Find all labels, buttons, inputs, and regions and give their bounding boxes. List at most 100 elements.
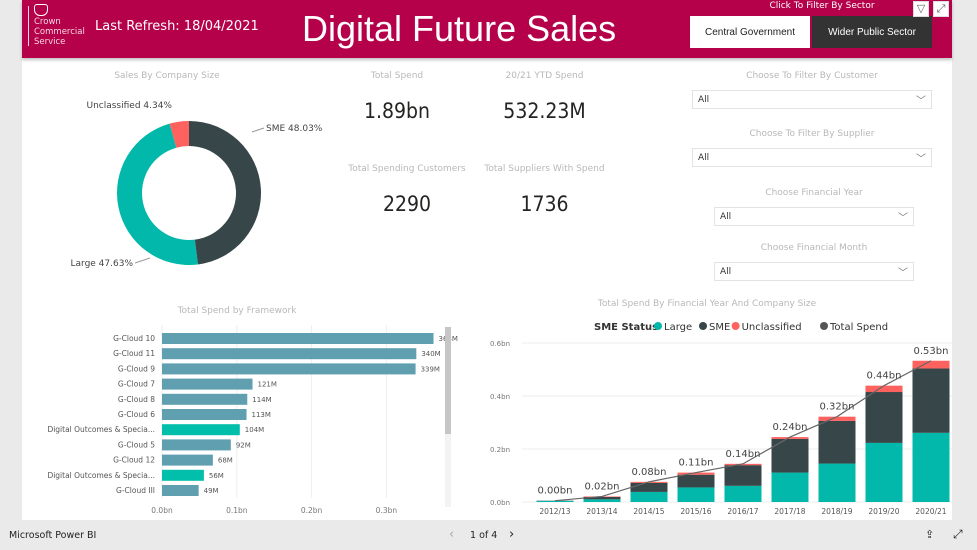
header-banner: Crown Commercial Service Last Refresh: 1… <box>22 0 952 58</box>
report-canvas: Crown Commercial Service Last Refresh: 1… <box>22 0 952 520</box>
donut-slice-sme <box>189 121 261 265</box>
framework-data-label: 340M <box>421 350 440 358</box>
bar-segment-large <box>771 472 809 502</box>
bar-segment-large <box>630 491 668 502</box>
bar-segment-large <box>865 442 903 502</box>
framework-bar <box>162 454 213 466</box>
x-tick-label: 0.0bn <box>151 506 173 515</box>
kpi-value-suppliers: 1736 <box>520 192 569 216</box>
prev-page-icon[interactable]: ‹ <box>449 527 454 542</box>
customer-filter-value: All <box>698 94 710 105</box>
app-name: Microsoft Power BI <box>9 530 97 541</box>
framework-data-label: 113M <box>252 411 271 419</box>
bar-segment-sme <box>677 474 715 488</box>
x-tick-label: 2018/19 <box>821 507 852 516</box>
total-spend-label: 0.02bn <box>585 481 620 492</box>
month-filter-dropdown[interactable]: All ﹀ <box>714 262 914 281</box>
kpi-value-customers: 2290 <box>382 192 432 216</box>
framework-data-label: 104M <box>245 426 264 434</box>
x-tick-label: 0.2bn <box>301 506 323 515</box>
customer-filter-dropdown[interactable]: All ﹀ <box>692 90 932 109</box>
framework-bar <box>162 424 240 436</box>
framework-chart-title: Total Spend by Framework <box>177 306 297 316</box>
year-filter-dropdown[interactable]: All ﹀ <box>714 207 914 226</box>
donut-label: SME 48.03% <box>266 124 322 134</box>
framework-label: G-Cloud 5 <box>118 440 155 449</box>
framework-scrollbar-track[interactable] <box>445 327 451 507</box>
framework-bar <box>162 485 199 496</box>
month-filter-label: Choose Financial Month <box>760 243 868 253</box>
bar-segment-sme <box>818 420 856 464</box>
bar-segment-large <box>724 485 762 502</box>
donut-label: Large 47.63% <box>71 259 134 269</box>
x-tick-label: 0.3bn <box>376 506 398 515</box>
legend-item: Large <box>664 322 692 333</box>
share-icon[interactable]: ⇪ <box>925 528 934 541</box>
kpi-label-ytd-spend: 20/21 YTD Spend <box>505 71 584 81</box>
framework-scrollbar-thumb[interactable] <box>445 327 451 434</box>
wider-public-sector-button[interactable]: Wider Public Sector <box>812 16 932 48</box>
x-tick-label: 2017/18 <box>774 507 805 516</box>
supplier-filter-dropdown[interactable]: All ﹀ <box>692 148 932 167</box>
x-tick-label: 2020/21 <box>915 507 946 516</box>
framework-label: Digital Outcomes & Specia... <box>47 471 155 480</box>
page-indicator: 1 of 4 <box>470 530 498 541</box>
crown-crest-icon <box>34 4 48 16</box>
framework-bar <box>162 363 416 375</box>
filter-icon[interactable]: ▽ <box>913 1 929 17</box>
year-filter-value: All <box>720 211 732 222</box>
kpi-label-total-spend: Total Spend <box>370 71 424 81</box>
leader-line <box>251 127 265 133</box>
last-refresh: Last Refresh: 18/04/2021 <box>95 19 259 34</box>
framework-bar-chart: 0.0bn0.1bn0.2bn0.3bnG-Cloud 10363MG-Clou… <box>47 325 458 515</box>
framework-label: G-Cloud 8 <box>118 395 155 404</box>
framework-bar <box>162 393 248 405</box>
next-page-icon[interactable]: › <box>509 527 514 542</box>
year-stacked-chart: SME Status Large SME Unclassified Total Spen… <box>490 322 952 516</box>
bar-segment-sme <box>865 392 903 443</box>
bar-segment-sme <box>724 465 762 486</box>
leader-line <box>134 257 151 264</box>
legend-item: Unclassified <box>742 322 802 333</box>
kpi-value-total-spend: 1.89bn <box>363 99 431 123</box>
framework-bar <box>162 409 247 420</box>
legend-marker <box>699 322 707 330</box>
month-filter-value: All <box>720 266 732 277</box>
bar-segment-large <box>536 500 574 502</box>
kpi-label-suppliers: Total Suppliers With Spend <box>484 164 605 174</box>
focus-mode-icon[interactable]: ⤢ <box>933 1 949 17</box>
x-tick-label: 2015/16 <box>680 507 711 516</box>
framework-label: G-Cloud 11 <box>113 349 155 358</box>
framework-data-label: 121M <box>258 381 277 389</box>
fullscreen-icon[interactable]: ⤢ <box>953 527 963 542</box>
central-government-button[interactable]: Central Government <box>690 16 810 48</box>
legend-marker <box>731 322 740 330</box>
total-spend-label: 0.14bn <box>726 449 761 460</box>
framework-bar <box>162 469 204 481</box>
y-tick-label: 0.0bn <box>490 499 510 507</box>
bar-segment-large <box>912 432 950 502</box>
bar-segment-unclassified <box>865 385 903 393</box>
donut-label: Unclassified 4.34% <box>86 101 172 111</box>
supplier-filter-label: Choose To Filter By Supplier <box>749 129 875 139</box>
y-tick-label: 0.2bn <box>490 446 510 454</box>
framework-data-label: 114M <box>252 396 271 404</box>
framework-data-label: 68M <box>218 457 233 465</box>
supplier-filter-value: All <box>698 152 710 163</box>
framework-label: G-Cloud 7 <box>118 380 155 389</box>
year-chart-title: Total Spend By Financial Year And Compan… <box>597 299 817 309</box>
framework-label: G-Cloud 12 <box>113 456 155 465</box>
customer-filter-label: Choose To Filter By Customer <box>746 71 878 81</box>
bar-segment-sme <box>912 368 950 433</box>
legend-marker <box>820 322 828 330</box>
framework-label: G-Cloud 6 <box>118 410 155 419</box>
framework-data-label: 49M <box>204 487 219 495</box>
company-size-donut: SME 48.03% Large 47.63% Unclassified 4.34% <box>71 101 323 269</box>
sector-filter-label: Click To Filter By Sector <box>769 1 875 11</box>
bar-segment-large <box>677 487 715 502</box>
total-spend-label: 0.11bn <box>679 458 714 469</box>
bar-segment-sme <box>630 482 668 492</box>
framework-label: G-Cloud 10 <box>113 334 155 343</box>
chevron-down-icon: ﹀ <box>916 154 926 165</box>
framework-label: G-Cloud III <box>116 486 155 495</box>
